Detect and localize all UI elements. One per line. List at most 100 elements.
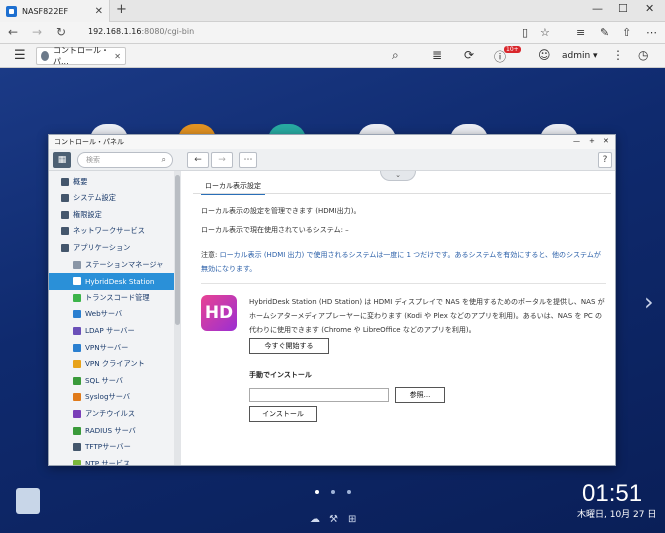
maximize-window-icon[interactable]: +	[589, 137, 595, 145]
install-button[interactable]: インストール	[249, 406, 317, 422]
sidebar-item-label: VPN クライアント	[85, 359, 145, 369]
search-placeholder: 検索	[86, 156, 100, 164]
sidebar-item[interactable]: VPN クライアント	[49, 356, 175, 373]
search-icon[interactable]: ⌕	[392, 48, 399, 63]
sidebar-item[interactable]: 概要	[49, 173, 175, 190]
note-body: ローカル表示 (HDMI 出力) で使用されるシステムは一度に 1 つだけです。…	[201, 251, 601, 273]
sync-icon[interactable]: ⟳	[464, 48, 474, 62]
control-panel-taskbar-tab[interactable]: コントロール・パ... ✕	[36, 46, 126, 66]
options-icon[interactable]: ⋮	[612, 48, 624, 62]
sidebar-item[interactable]: SQL サーバ	[49, 372, 175, 389]
description-line-2: ローカル表示で現在使用されているシステム: –	[201, 226, 349, 234]
sidebar-item[interactable]: VPNサーバー	[49, 339, 175, 356]
sidebar-scrollbar[interactable]	[174, 171, 181, 465]
page-dot-active[interactable]	[315, 490, 319, 494]
app-store-icon[interactable]: ⚒	[329, 514, 338, 525]
new-tab-button[interactable]: +	[116, 2, 127, 17]
search-input[interactable]: 検索 ⌕	[77, 152, 173, 168]
hd-station-logo: HD	[201, 295, 237, 331]
close-tab-icon[interactable]: ✕	[114, 52, 121, 61]
reading-view-icon[interactable]: ▯	[522, 26, 528, 39]
more-icon[interactable]: ⋯	[646, 26, 657, 39]
background-tasks-icon[interactable]: ≣	[432, 48, 442, 62]
sidebar-item[interactable]: ネットワークサービス	[49, 223, 175, 240]
manual-install-label: 手動でインストール	[249, 371, 312, 379]
hd-station-description: HybridDesk Station (HD Station) は HDMI デ…	[249, 298, 605, 334]
page-dot[interactable]	[331, 490, 335, 494]
notification-badge: 10+	[504, 46, 521, 53]
sidebar-item[interactable]: LDAP サーバー	[49, 322, 175, 339]
url-path: :8080/cgi-bin	[141, 27, 195, 36]
sidebar-item-label: システム設定	[73, 193, 116, 203]
qnap-favicon-icon	[6, 5, 17, 17]
install-file-field[interactable]	[249, 388, 389, 402]
sidebar-item-icon	[61, 194, 69, 203]
main-menu-icon[interactable]: ☰	[14, 48, 26, 63]
browse-button[interactable]: 参照...	[395, 387, 445, 403]
user-icon[interactable]: ☺	[538, 48, 551, 62]
close-tab-icon[interactable]: ✕	[95, 6, 103, 17]
sidebar-item-icon	[61, 210, 69, 219]
next-page-arrow-icon[interactable]: ›	[644, 288, 654, 316]
user-menu[interactable]: admin ▾	[562, 51, 598, 61]
forward-button[interactable]: →	[211, 152, 233, 168]
page-dot[interactable]	[347, 490, 351, 494]
close-window-icon[interactable]: ✕	[645, 2, 654, 15]
sidebar-item-icon	[73, 459, 81, 465]
refresh-icon[interactable]: ↻	[56, 25, 66, 39]
sidebar-item[interactable]: 権限設定	[49, 206, 175, 223]
sidebar-item-icon	[73, 310, 81, 319]
sidebar-item-label: 権限設定	[73, 209, 102, 219]
sidebar-item[interactable]: TFTPサーバー	[49, 439, 175, 456]
sidebar-item[interactable]: アンチウイルス	[49, 405, 175, 422]
sidebar-item[interactable]: NTP サービス	[49, 455, 175, 465]
cloud-icon[interactable]: ☁	[310, 514, 320, 525]
forward-arrow-icon[interactable]: →	[32, 25, 42, 39]
favorite-star-icon[interactable]: ☆	[540, 26, 550, 39]
sidebar-item-icon	[61, 177, 69, 186]
url-field[interactable]: 192.168.1.16:8080/cgi-bin	[88, 27, 194, 36]
sidebar-item-icon	[73, 376, 81, 385]
sidebar-item-label: TFTPサーバー	[85, 442, 131, 452]
scrollbar-thumb[interactable]	[175, 175, 180, 325]
sidebar-item[interactable]: HybridDesk Station	[49, 272, 175, 290]
sidebar-item[interactable]: ステーションマネージャ	[49, 256, 175, 273]
sidebar: 概要システム設定 権限設定ネットワークサービスアプリケーションステーションマネージ…	[49, 171, 181, 465]
sidebar-item-icon	[73, 360, 81, 369]
sidebar-item[interactable]: RADIUS サーバ	[49, 422, 175, 439]
collapse-chevron-icon[interactable]: ⌄	[380, 171, 416, 181]
section-divider	[201, 283, 606, 284]
sidebar-item-label: ネットワークサービス	[73, 226, 145, 236]
apps-grid-icon[interactable]: ⋯	[239, 152, 257, 168]
sidebar-item-label: NTP サービス	[85, 458, 131, 465]
browser-tab[interactable]: NASF822EF ✕	[0, 0, 110, 22]
grid-view-icon[interactable]: ▦	[53, 152, 71, 168]
sidebar-item[interactable]: システム設定	[49, 190, 175, 207]
sidebar-item[interactable]: Webサーバ	[49, 306, 175, 323]
help-center-icon[interactable]: ⊞	[348, 514, 356, 525]
share-icon[interactable]: ⇧	[622, 26, 631, 39]
back-arrow-icon[interactable]: ←	[8, 25, 18, 39]
recycle-bin-icon[interactable]	[16, 488, 40, 514]
hub-icon[interactable]: ≡	[576, 26, 585, 39]
sidebar-item-label: 概要	[73, 176, 88, 186]
sidebar-item-label: ステーションマネージャ	[85, 259, 164, 269]
sidebar-item-label: VPNサーバー	[85, 342, 129, 352]
note-label: 注意:	[201, 251, 218, 259]
window-title-bar[interactable]: コントロール・パネル — + ✕	[49, 135, 615, 149]
close-window-icon[interactable]: ✕	[603, 137, 609, 145]
minimize-window-icon[interactable]: —	[592, 2, 603, 15]
maximize-window-icon[interactable]: ☐	[618, 2, 628, 15]
start-now-button[interactable]: 今すぐ開始する	[249, 338, 329, 354]
back-button[interactable]: ←	[187, 152, 209, 168]
window-title: コントロール・パネル	[54, 138, 124, 146]
dashboard-icon[interactable]: ◷	[638, 48, 648, 62]
sidebar-item[interactable]: Syslogサーバ	[49, 389, 175, 406]
sidebar-item[interactable]: アプリケーション	[49, 239, 175, 256]
notes-icon[interactable]: ✎	[600, 26, 609, 39]
desktop-date: 木曜日, 10月 27 日	[577, 510, 657, 520]
sidebar-item-icon	[73, 293, 81, 302]
sidebar-item[interactable]: トランスコード管理	[49, 289, 175, 306]
help-button[interactable]: ?	[598, 152, 612, 168]
minimize-window-icon[interactable]: —	[573, 137, 580, 145]
